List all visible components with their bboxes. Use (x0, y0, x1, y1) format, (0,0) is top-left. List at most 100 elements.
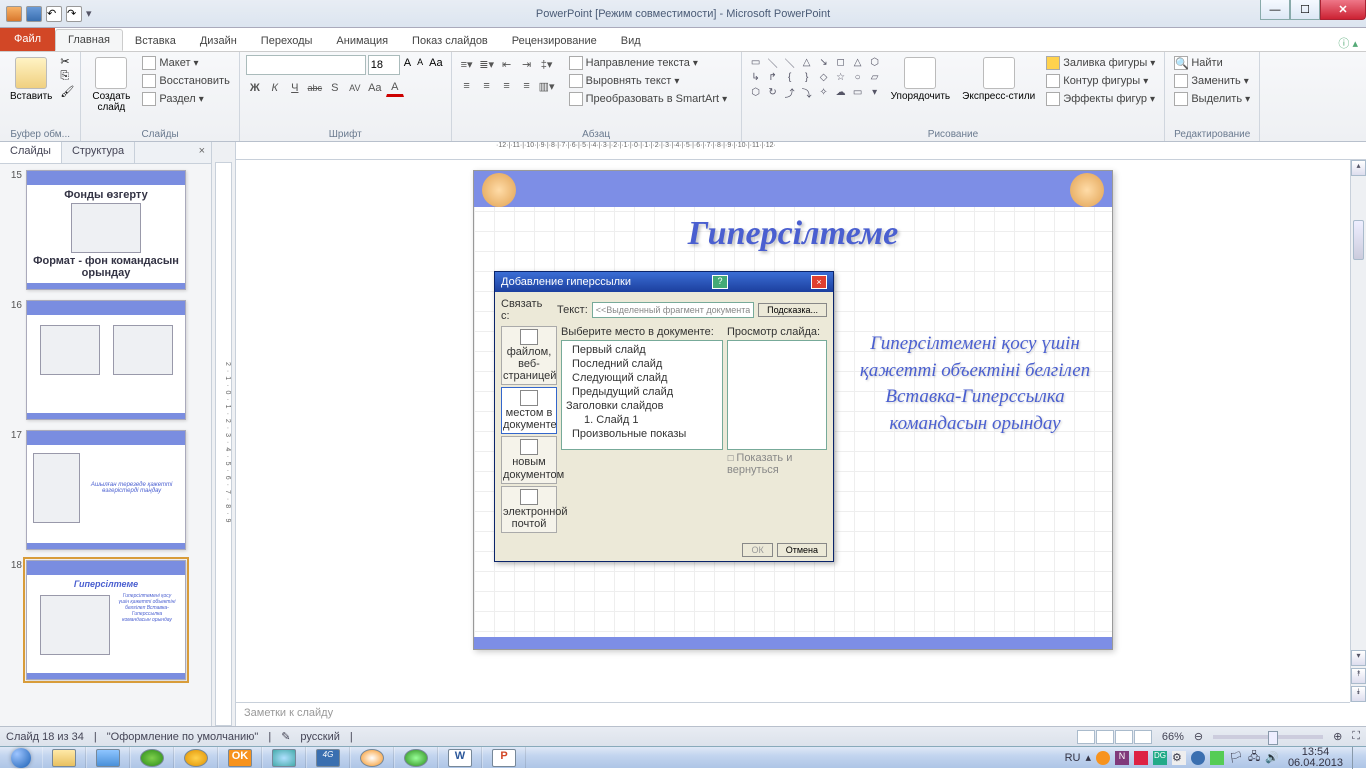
zoom-in-icon[interactable]: ⊕ (1333, 730, 1342, 743)
start-button[interactable] (0, 747, 42, 769)
notes-area[interactable]: Заметки к слайду (236, 702, 1350, 726)
italic-button[interactable]: К (266, 79, 284, 97)
qat-more-icon[interactable]: ▾ (86, 7, 92, 20)
dialog-close-icon[interactable]: × (811, 275, 827, 289)
tab-review[interactable]: Рецензирование (500, 31, 609, 51)
font-family-input[interactable] (246, 55, 366, 75)
tab-slideshow[interactable]: Показ слайдов (400, 31, 500, 51)
next-slide-icon[interactable]: ⯯ (1351, 686, 1366, 702)
replace-button[interactable]: Заменить ▾ (1171, 73, 1253, 89)
indent-inc-icon[interactable]: ⇥ (518, 55, 536, 73)
shape-effects-button[interactable]: Эффекты фигур ▾ (1043, 91, 1158, 107)
taskbtn-green[interactable] (394, 747, 438, 768)
thumb-row[interactable]: 16 (6, 300, 205, 420)
case-button[interactable]: Aa (366, 79, 384, 97)
tray-icon[interactable]: ⚙ (1172, 751, 1186, 765)
prev-slide-icon[interactable]: ⯭ (1351, 668, 1366, 684)
align-center-icon[interactable]: ≡ (478, 77, 496, 95)
shrink-font-icon[interactable]: A (415, 55, 425, 75)
tray-up-icon[interactable]: ▴ (1085, 751, 1091, 764)
thumb-15[interactable]: Фонды өзгертуФормат - фон командасын оры… (26, 170, 186, 290)
reading-view-icon[interactable] (1115, 730, 1133, 744)
tray-icon[interactable] (1210, 751, 1224, 765)
scroll-up-icon[interactable]: ▴ (1351, 160, 1366, 176)
tray-lang[interactable]: RU (1065, 752, 1081, 764)
shape-outline-button[interactable]: Контур фигуры ▾ (1043, 73, 1158, 89)
text-direction-button[interactable]: Направление текста ▾ (566, 55, 730, 71)
cancel-button[interactable]: Отмена (777, 543, 827, 557)
thumb-row[interactable]: 15 Фонды өзгертуФормат - фон командасын … (6, 170, 205, 290)
taskbtn-4g[interactable]: 4G (306, 747, 350, 768)
cut-icon[interactable]: ✂ (60, 55, 74, 68)
new-slide-button[interactable]: Создать слайд (87, 55, 135, 115)
font-size-input[interactable] (368, 55, 400, 75)
zoom-level[interactable]: 66% (1162, 731, 1184, 743)
select-button[interactable]: Выделить ▾ (1171, 91, 1253, 107)
smartart-button[interactable]: Преобразовать в SmartArt ▾ (566, 91, 730, 107)
align-text-button[interactable]: Выровнять текст ▾ (566, 73, 730, 89)
indent-dec-icon[interactable]: ⇤ (498, 55, 516, 73)
spellcheck-icon[interactable]: ✎ (281, 730, 290, 743)
taskbtn-mail[interactable] (130, 747, 174, 768)
language-status[interactable]: русский (300, 731, 339, 743)
scroll-thumb[interactable] (1353, 220, 1364, 260)
ok-button[interactable]: ОК (742, 543, 772, 557)
file-tab[interactable]: Файл (0, 27, 55, 51)
spacing-button[interactable]: AV (346, 79, 364, 97)
taskbtn-wmp[interactable] (350, 747, 394, 768)
show-desktop-button[interactable] (1352, 747, 1360, 769)
vertical-scrollbar[interactable]: ▴ ▾ ⯭ ⯯ (1350, 160, 1366, 702)
linkto-new[interactable]: новым документом (501, 436, 557, 483)
tray-icon[interactable] (1134, 751, 1148, 765)
bullets-icon[interactable]: ≡▾ (458, 55, 476, 73)
tray-volume-icon[interactable]: 🔊 (1265, 751, 1279, 764)
copy-icon[interactable]: ⎘ (60, 70, 74, 83)
columns-icon[interactable]: ▥▾ (538, 77, 556, 95)
tray-4g-icon[interactable] (1191, 751, 1205, 765)
taskbtn-ok[interactable]: OK (218, 747, 262, 768)
shapes-gallery[interactable]: ▭＼＼△↘◻△⬡ ↳↱{}◇☆○▱ ⬡↻⤴⤵✧☁▭▾ (748, 55, 883, 99)
strike-button[interactable]: abc (306, 79, 324, 97)
redo-icon[interactable]: ↷ (66, 6, 82, 22)
close-button[interactable] (1320, 0, 1366, 20)
thumb-18[interactable]: ГиперсілтемеГиперсілтемені қосу үшін қаж… (26, 560, 186, 680)
undo-icon[interactable]: ↶ (46, 6, 62, 22)
paste-button[interactable]: Вставить (6, 55, 56, 104)
tab-slides[interactable]: Слайды (0, 142, 62, 163)
tray-icon[interactable] (1096, 751, 1110, 765)
sorter-view-icon[interactable] (1096, 730, 1114, 744)
taskbtn-powerpoint[interactable]: P (482, 747, 526, 768)
maximize-button[interactable] (1290, 0, 1320, 20)
hyperlink-text-input[interactable] (592, 302, 754, 318)
show-return-checkbox[interactable]: ☐ Показать и вернуться (727, 450, 827, 478)
quick-styles-button[interactable]: Экспресс-стили (958, 55, 1039, 104)
thumb-16[interactable] (26, 300, 186, 420)
linkto-email[interactable]: электронной почтой (501, 486, 557, 533)
tab-transitions[interactable]: Переходы (249, 31, 325, 51)
align-left-icon[interactable]: ≡ (458, 77, 476, 95)
thumb-17[interactable]: Ашылған терезеде қажетті өзгерістерді та… (26, 430, 186, 550)
thumb-row[interactable]: 18 ГиперсілтемеГиперсілтемені қосу үшін … (6, 560, 205, 680)
taskbtn-photos[interactable] (86, 747, 130, 768)
fit-icon[interactable]: ⛶ (1352, 730, 1360, 743)
slideshow-view-icon[interactable] (1134, 730, 1152, 744)
thumb-row[interactable]: 17 Ашылған терезеде қажетті өзгерістерді… (6, 430, 205, 550)
find-button[interactable]: 🔍Найти (1171, 55, 1253, 71)
taskbtn-browser[interactable] (174, 747, 218, 768)
bold-button[interactable]: Ж (246, 79, 264, 97)
layout-button[interactable]: Макет ▾ (139, 55, 232, 71)
slide-canvas[interactable]: Гиперсілтеме Добавление гиперссылки ? × … (473, 170, 1113, 650)
save-icon[interactable] (26, 6, 42, 22)
tray-onenote-icon[interactable]: N (1115, 751, 1129, 765)
align-right-icon[interactable]: ≡ (498, 77, 516, 95)
tab-insert[interactable]: Вставка (123, 31, 188, 51)
tab-design[interactable]: Дизайн (188, 31, 249, 51)
dialog-help-icon[interactable]: ? (712, 275, 728, 289)
shadow-button[interactable]: S (326, 79, 344, 97)
tray-network-icon[interactable]: 🖧 (1248, 748, 1260, 767)
panel-close-icon[interactable]: × (193, 142, 211, 163)
canvas-scroll[interactable]: Гиперсілтеме Добавление гиперссылки ? × … (236, 160, 1350, 702)
help-icon[interactable]: ⓘ ▴ (1330, 35, 1366, 51)
linkto-place[interactable]: местом в документе (501, 387, 557, 434)
underline-button[interactable]: Ч (286, 79, 304, 97)
